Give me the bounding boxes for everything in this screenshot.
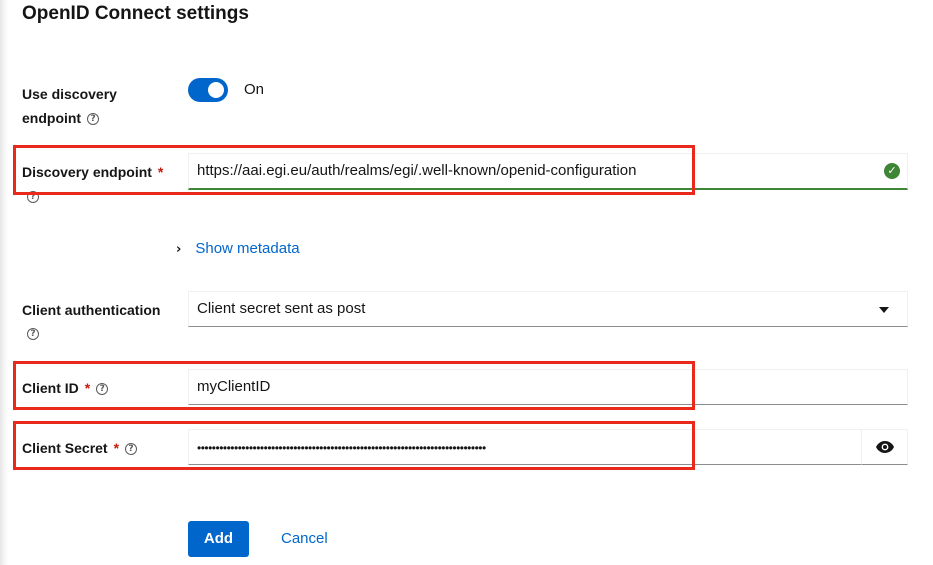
client-id-label-text: Client ID xyxy=(22,380,79,396)
discovery-endpoint-value: https://aai.egi.eu/auth/realms/egi/.well… xyxy=(197,162,637,179)
use-discovery-label-line2: endpoint xyxy=(22,110,82,126)
use-discovery-label: Use discovery xyxy=(22,82,117,106)
switch-state-label: On xyxy=(244,81,265,98)
left-edge-shadow xyxy=(0,0,8,565)
chevron-right-icon: › xyxy=(176,242,182,257)
switch-knob xyxy=(208,82,224,98)
client-authentication-select[interactable]: Client secret sent as post xyxy=(188,291,908,327)
cancel-button[interactable]: Cancel xyxy=(281,521,328,557)
client-id-value: myClientID xyxy=(197,378,271,395)
check-circle-icon: ✓ xyxy=(884,163,900,179)
caret-down-icon xyxy=(879,307,889,313)
client-authentication-label: Client authentication xyxy=(22,298,160,322)
use-discovery-label-row2: endpoint? xyxy=(22,106,100,130)
eye-icon xyxy=(875,441,894,453)
required-marker: * xyxy=(157,164,164,180)
client-secret-input[interactable]: ••••••••••••••••••••••••••••••••••••••••… xyxy=(188,429,862,465)
help-circle-icon[interactable]: ? xyxy=(96,383,109,396)
client-id-input[interactable]: myClientID xyxy=(188,369,908,405)
help-circle-icon[interactable]: ? xyxy=(125,443,138,456)
add-button[interactable]: Add xyxy=(188,521,249,557)
client-authentication-label-text: Client authentication xyxy=(22,302,161,318)
use-discovery-label-line1: Use discovery xyxy=(22,86,117,102)
show-metadata-label: Show metadata xyxy=(195,240,300,257)
client-secret-label: Client Secret *? xyxy=(22,436,138,460)
discovery-endpoint-input[interactable]: https://aai.egi.eu/auth/realms/egi/.well… xyxy=(188,153,908,190)
client-id-label: Client ID *? xyxy=(22,376,109,400)
required-marker: * xyxy=(113,440,120,456)
help-circle-icon[interactable]: ? xyxy=(87,113,100,126)
required-marker: * xyxy=(84,380,91,396)
openid-connect-settings-page: OpenID Connect settings Use discovery en… xyxy=(0,0,933,565)
help-circle-icon[interactable]: ? xyxy=(27,328,39,340)
discovery-endpoint-label-text: Discovery endpoint xyxy=(22,164,152,180)
help-circle-icon[interactable]: ? xyxy=(27,191,39,203)
use-discovery-switch[interactable] xyxy=(188,78,228,102)
toggle-secret-visibility-button[interactable] xyxy=(861,429,908,465)
client-authentication-selected: Client secret sent as post xyxy=(197,300,366,317)
client-secret-label-text: Client Secret xyxy=(22,440,108,456)
show-metadata-toggle[interactable]: › Show metadata xyxy=(176,237,300,262)
client-secret-masked-value: ••••••••••••••••••••••••••••••••••••••••… xyxy=(197,441,486,455)
page-title: OpenID Connect settings xyxy=(22,3,249,24)
discovery-endpoint-label: Discovery endpoint * xyxy=(22,160,163,184)
